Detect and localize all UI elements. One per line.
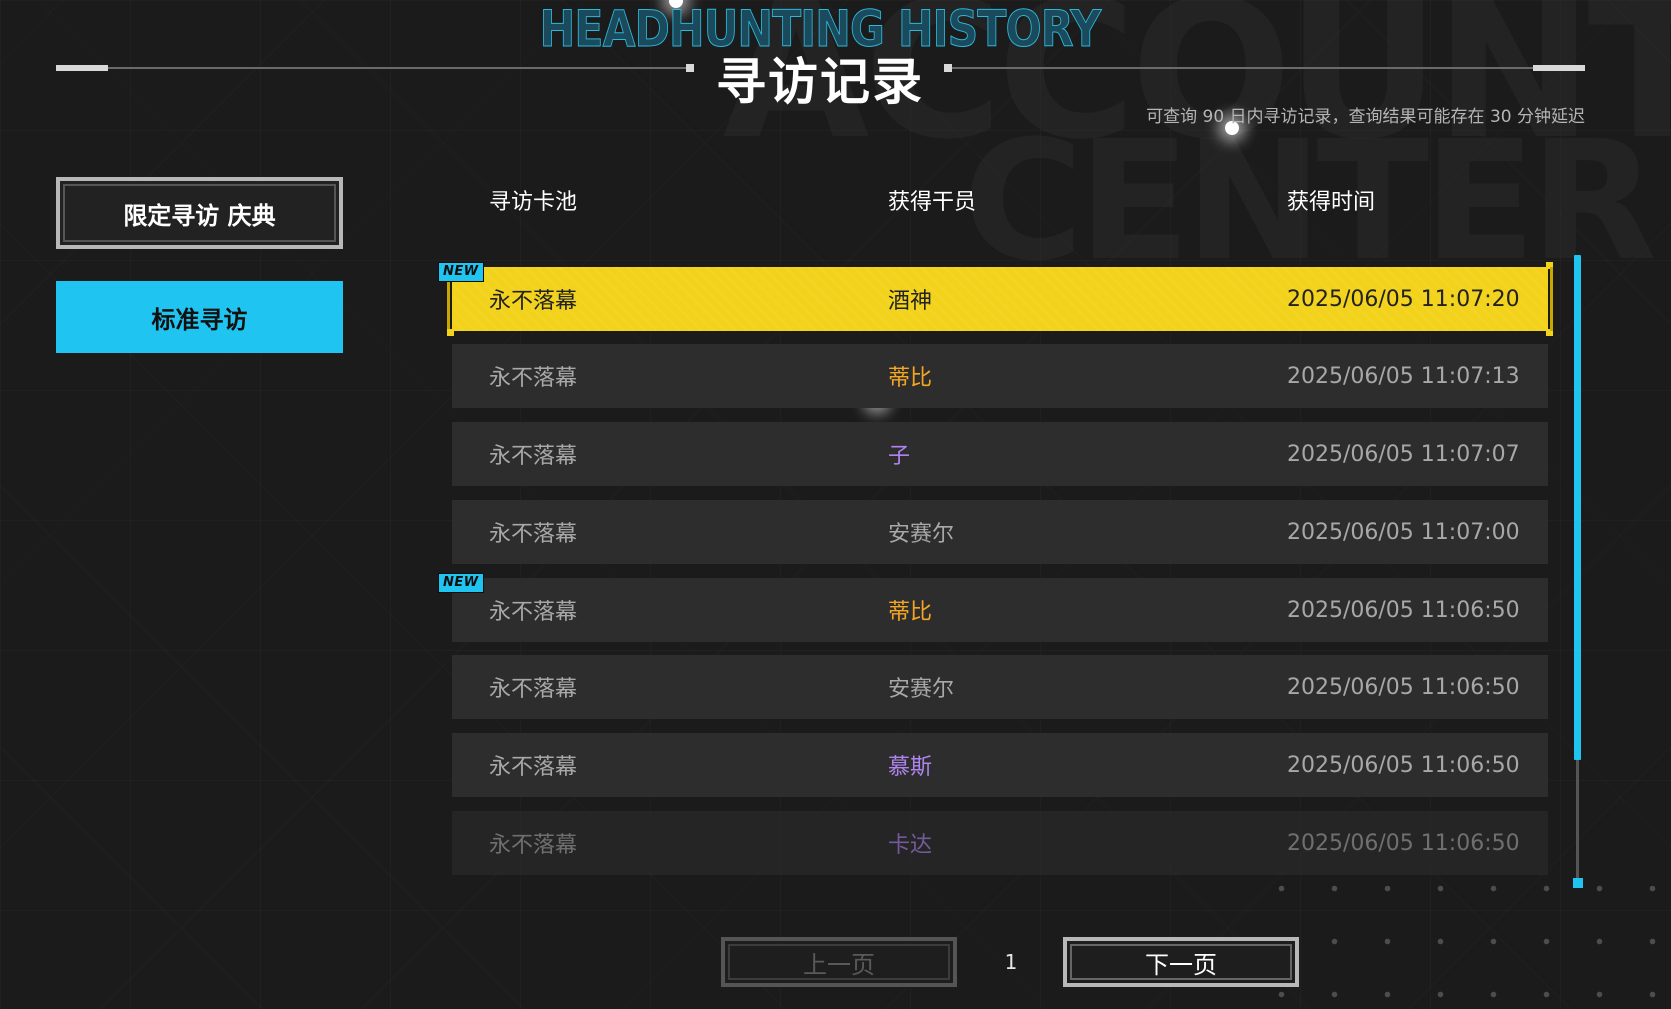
operator-cell: 子 <box>888 444 911 469</box>
table-row: 永不落幕 安赛尔 2025/06/05 11:07:00 <box>452 500 1548 564</box>
operator-cell: 安赛尔 <box>888 677 955 702</box>
pool-cell: 永不落幕 <box>489 833 578 858</box>
time-cell: 2025/06/05 11:06:50 <box>1287 830 1520 856</box>
pool-cell: 永不落幕 <box>489 755 578 780</box>
column-header-pool: 寻访卡池 <box>489 190 578 215</box>
time-cell: 2025/06/05 11:06:50 <box>1287 674 1520 700</box>
table-row: NEW 永不落幕 酒神 2025/06/05 11:07:20 <box>438 262 1553 336</box>
table-row: 永不落幕 安赛尔 2025/06/05 11:06:50 <box>452 655 1548 719</box>
highlight-corner <box>1546 329 1553 336</box>
operator-cell: 蒂比 <box>888 366 933 391</box>
pool-cell: 永不落幕 <box>489 444 578 469</box>
new-badge: NEW <box>438 573 484 593</box>
table-row: 永不落幕 蒂比 2025/06/05 11:07:13 <box>452 344 1548 408</box>
operator-cell: 酒神 <box>888 289 933 314</box>
tab-standard-headhunting[interactable]: 标准寻访 <box>56 281 343 353</box>
pool-cell: 永不落幕 <box>489 366 578 391</box>
operator-cell: 慕斯 <box>888 755 933 780</box>
time-cell: 2025/06/05 11:07:20 <box>1287 286 1520 312</box>
highlight-corner <box>1546 262 1553 269</box>
pool-cell: 永不落幕 <box>489 289 578 314</box>
current-page-number: 1 <box>1004 950 1018 974</box>
scrollbar-end-marker <box>1573 878 1583 888</box>
next-page-label: 下一页 <box>1145 950 1217 979</box>
time-cell: 2025/06/05 11:06:50 <box>1287 597 1520 623</box>
time-cell: 2025/06/05 11:07:13 <box>1287 363 1520 389</box>
operator-cell: 蒂比 <box>888 600 933 625</box>
prev-page-button[interactable]: 上一页 <box>721 937 957 987</box>
time-cell: 2025/06/05 11:07:00 <box>1287 519 1520 545</box>
pool-cell: 永不落幕 <box>489 522 578 547</box>
table-row: NEW 永不落幕 蒂比 2025/06/05 11:06:50 <box>438 573 1548 642</box>
operator-cell: 卡达 <box>888 833 933 858</box>
scrollbar-thumb[interactable] <box>1574 255 1581 760</box>
time-cell: 2025/06/05 11:07:07 <box>1287 441 1520 467</box>
prev-page-label: 上一页 <box>803 950 875 979</box>
pool-cell: 永不落幕 <box>489 677 578 702</box>
column-header-operator: 获得干员 <box>888 190 977 215</box>
pool-cell: 永不落幕 <box>489 600 578 625</box>
highlight-corner <box>447 329 454 336</box>
tab-limited-headhunting[interactable]: 限定寻访 庆典 <box>56 177 343 249</box>
decorative-dot-grid <box>1255 862 1671 1002</box>
next-page-button[interactable]: 下一页 <box>1063 937 1299 987</box>
tab-label: 标准寻访 <box>151 305 248 334</box>
query-notice: 可查询 90 日内寻访记录，查询结果可能存在 30 分钟延迟 <box>1146 107 1585 127</box>
new-badge: NEW <box>438 262 484 282</box>
table-row: 永不落幕 子 2025/06/05 11:07:07 <box>452 422 1548 486</box>
table-row: 永不落幕 慕斯 2025/06/05 11:06:50 <box>452 733 1548 797</box>
time-cell: 2025/06/05 11:06:50 <box>1287 752 1520 778</box>
tab-label: 限定寻访 庆典 <box>123 201 276 230</box>
column-header-time: 获得时间 <box>1287 190 1376 215</box>
operator-cell: 安赛尔 <box>888 522 955 547</box>
table-row: 永不落幕 卡达 2025/06/05 11:06:50 <box>452 811 1548 875</box>
